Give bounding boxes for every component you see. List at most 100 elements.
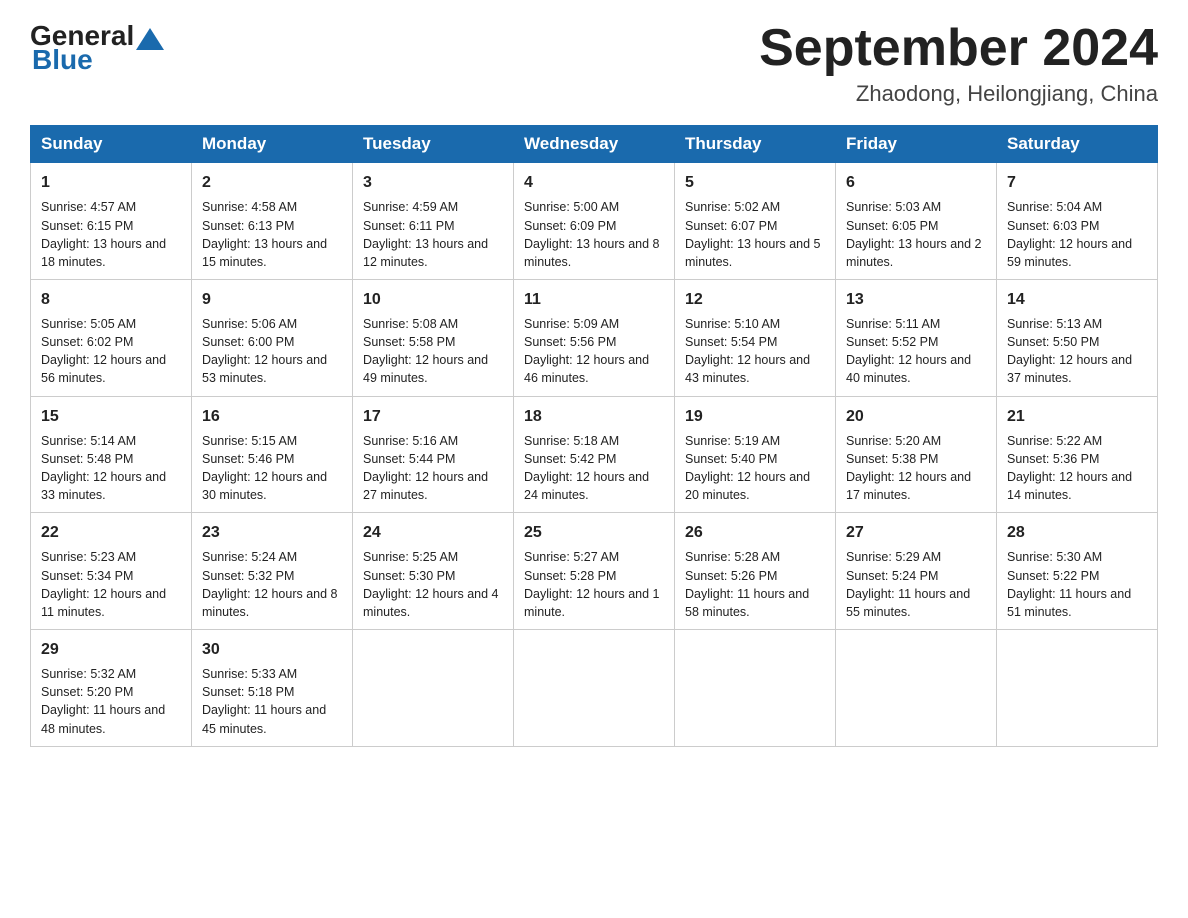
day-details: Sunrise: 5:25 AMSunset: 5:30 PMDaylight:… — [363, 548, 503, 621]
calendar-week-row: 22 Sunrise: 5:23 AMSunset: 5:34 PMDayligh… — [31, 513, 1158, 630]
calendar-cell: 24 Sunrise: 5:25 AMSunset: 5:30 PMDayligh… — [353, 513, 514, 630]
day-number: 23 — [202, 521, 342, 544]
day-details: Sunrise: 4:58 AMSunset: 6:13 PMDaylight:… — [202, 198, 342, 271]
day-details: Sunrise: 5:04 AMSunset: 6:03 PMDaylight:… — [1007, 198, 1147, 271]
calendar-cell: 6 Sunrise: 5:03 AMSunset: 6:05 PMDaylight… — [836, 163, 997, 280]
calendar-cell: 5 Sunrise: 5:02 AMSunset: 6:07 PMDaylight… — [675, 163, 836, 280]
day-number: 30 — [202, 638, 342, 661]
calendar-cell: 4Sunrise: 5:00 AMSunset: 6:09 PMDaylight… — [514, 163, 675, 280]
calendar-cell: 7 Sunrise: 5:04 AMSunset: 6:03 PMDaylight… — [997, 163, 1158, 280]
calendar-cell — [353, 629, 514, 746]
day-number: 5 — [685, 171, 825, 194]
calendar-cell: 20 Sunrise: 5:20 AMSunset: 5:38 PMDayligh… — [836, 396, 997, 513]
weekday-header-saturday: Saturday — [997, 126, 1158, 163]
day-details: Sunrise: 5:23 AMSunset: 5:34 PMDaylight:… — [41, 548, 181, 621]
month-title: September 2024 — [759, 20, 1158, 77]
day-number: 16 — [202, 405, 342, 428]
calendar-cell: 3 Sunrise: 4:59 AMSunset: 6:11 PMDaylight… — [353, 163, 514, 280]
day-details: Sunrise: 5:24 AMSunset: 5:32 PMDaylight:… — [202, 548, 342, 621]
day-number: 9 — [202, 288, 342, 311]
calendar-week-row: 8 Sunrise: 5:05 AMSunset: 6:02 PMDaylight… — [31, 279, 1158, 396]
calendar-cell: 9 Sunrise: 5:06 AMSunset: 6:00 PMDaylight… — [192, 279, 353, 396]
weekday-header-thursday: Thursday — [675, 126, 836, 163]
calendar-cell — [836, 629, 997, 746]
logo: General Blue — [30, 20, 166, 76]
calendar-cell: 1 Sunrise: 4:57 AMSunset: 6:15 PMDaylight… — [31, 163, 192, 280]
day-number: 7 — [1007, 171, 1147, 194]
calendar-cell: 16 Sunrise: 5:15 AMSunset: 5:46 PMDayligh… — [192, 396, 353, 513]
day-number: 19 — [685, 405, 825, 428]
page-header: General Blue September 2024 Zhaodong, He… — [30, 20, 1158, 107]
calendar-cell: 8 Sunrise: 5:05 AMSunset: 6:02 PMDaylight… — [31, 279, 192, 396]
calendar-cell: 15 Sunrise: 5:14 AMSunset: 5:48 PMDayligh… — [31, 396, 192, 513]
day-number: 10 — [363, 288, 503, 311]
day-details: Sunrise: 5:29 AMSunset: 5:24 PMDaylight:… — [846, 548, 986, 621]
day-number: 13 — [846, 288, 986, 311]
day-number: 27 — [846, 521, 986, 544]
day-details: Sunrise: 5:30 AMSunset: 5:22 PMDaylight:… — [1007, 548, 1147, 621]
day-number: 28 — [1007, 521, 1147, 544]
day-number: 15 — [41, 405, 181, 428]
day-number: 6 — [846, 171, 986, 194]
day-details: Sunrise: 5:33 AMSunset: 5:18 PMDaylight:… — [202, 665, 342, 738]
day-details: Sunrise: 5:05 AMSunset: 6:02 PMDaylight:… — [41, 315, 181, 388]
day-number: 29 — [41, 638, 181, 661]
weekday-header-wednesday: Wednesday — [514, 126, 675, 163]
day-details: Sunrise: 5:15 AMSunset: 5:46 PMDaylight:… — [202, 432, 342, 505]
day-number: 2 — [202, 171, 342, 194]
calendar-cell: 12Sunrise: 5:10 AMSunset: 5:54 PMDayligh… — [675, 279, 836, 396]
day-details: Sunrise: 5:27 AMSunset: 5:28 PMDaylight:… — [524, 548, 664, 621]
calendar-cell — [997, 629, 1158, 746]
day-details: Sunrise: 5:14 AMSunset: 5:48 PMDaylight:… — [41, 432, 181, 505]
calendar-cell: 28 Sunrise: 5:30 AMSunset: 5:22 PMDayligh… — [997, 513, 1158, 630]
day-number: 22 — [41, 521, 181, 544]
weekday-header-monday: Monday — [192, 126, 353, 163]
calendar-cell: 10 Sunrise: 5:08 AMSunset: 5:58 PMDayligh… — [353, 279, 514, 396]
day-number: 20 — [846, 405, 986, 428]
day-details: Sunrise: 4:57 AMSunset: 6:15 PMDaylight:… — [41, 198, 181, 271]
day-details: Sunrise: 5:16 AMSunset: 5:44 PMDaylight:… — [363, 432, 503, 505]
day-details: Sunrise: 5:13 AMSunset: 5:50 PMDaylight:… — [1007, 315, 1147, 388]
weekday-header-friday: Friday — [836, 126, 997, 163]
day-details: Sunrise: 5:03 AMSunset: 6:05 PMDaylight:… — [846, 198, 986, 271]
calendar-week-row: 1 Sunrise: 4:57 AMSunset: 6:15 PMDaylight… — [31, 163, 1158, 280]
day-details: Sunrise: 5:19 AMSunset: 5:40 PMDaylight:… — [685, 432, 825, 505]
day-details: Sunrise: 5:09 AMSunset: 5:56 PMDaylight:… — [524, 315, 664, 388]
calendar-week-row: 29 Sunrise: 5:32 AMSunset: 5:20 PMDayligh… — [31, 629, 1158, 746]
day-details: Sunrise: 4:59 AMSunset: 6:11 PMDaylight:… — [363, 198, 503, 271]
day-details: Sunrise: 5:06 AMSunset: 6:00 PMDaylight:… — [202, 315, 342, 388]
logo-triangle-icon — [136, 28, 164, 50]
day-details: Sunrise: 5:08 AMSunset: 5:58 PMDaylight:… — [363, 315, 503, 388]
day-number: 25 — [524, 521, 664, 544]
calendar-cell: 14 Sunrise: 5:13 AMSunset: 5:50 PMDayligh… — [997, 279, 1158, 396]
day-details: Sunrise: 5:22 AMSunset: 5:36 PMDaylight:… — [1007, 432, 1147, 505]
calendar-cell: 13Sunrise: 5:11 AMSunset: 5:52 PMDayligh… — [836, 279, 997, 396]
logo-blue-text: Blue — [30, 44, 93, 76]
calendar-cell — [514, 629, 675, 746]
calendar-cell: 30 Sunrise: 5:33 AMSunset: 5:18 PMDayligh… — [192, 629, 353, 746]
day-number: 3 — [363, 171, 503, 194]
day-number: 14 — [1007, 288, 1147, 311]
day-number: 1 — [41, 171, 181, 194]
calendar-cell: 23 Sunrise: 5:24 AMSunset: 5:32 PMDayligh… — [192, 513, 353, 630]
calendar-week-row: 15 Sunrise: 5:14 AMSunset: 5:48 PMDayligh… — [31, 396, 1158, 513]
day-number: 8 — [41, 288, 181, 311]
weekday-header-row: SundayMondayTuesdayWednesdayThursdayFrid… — [31, 126, 1158, 163]
day-details: Sunrise: 5:20 AMSunset: 5:38 PMDaylight:… — [846, 432, 986, 505]
day-details: Sunrise: 5:28 AMSunset: 5:26 PMDaylight:… — [685, 548, 825, 621]
day-details: Sunrise: 5:32 AMSunset: 5:20 PMDaylight:… — [41, 665, 181, 738]
calendar-cell: 21 Sunrise: 5:22 AMSunset: 5:36 PMDayligh… — [997, 396, 1158, 513]
weekday-header-sunday: Sunday — [31, 126, 192, 163]
calendar-cell: 27 Sunrise: 5:29 AMSunset: 5:24 PMDayligh… — [836, 513, 997, 630]
day-details: Sunrise: 5:02 AMSunset: 6:07 PMDaylight:… — [685, 198, 825, 271]
calendar-cell — [675, 629, 836, 746]
calendar-cell: 11Sunrise: 5:09 AMSunset: 5:56 PMDayligh… — [514, 279, 675, 396]
day-details: Sunrise: 5:10 AMSunset: 5:54 PMDaylight:… — [685, 315, 825, 388]
weekday-header-tuesday: Tuesday — [353, 126, 514, 163]
calendar-cell: 22 Sunrise: 5:23 AMSunset: 5:34 PMDayligh… — [31, 513, 192, 630]
day-number: 21 — [1007, 405, 1147, 428]
calendar-cell: 17Sunrise: 5:16 AMSunset: 5:44 PMDayligh… — [353, 396, 514, 513]
day-number: 24 — [363, 521, 503, 544]
day-number: 26 — [685, 521, 825, 544]
calendar-cell: 26 Sunrise: 5:28 AMSunset: 5:26 PMDayligh… — [675, 513, 836, 630]
